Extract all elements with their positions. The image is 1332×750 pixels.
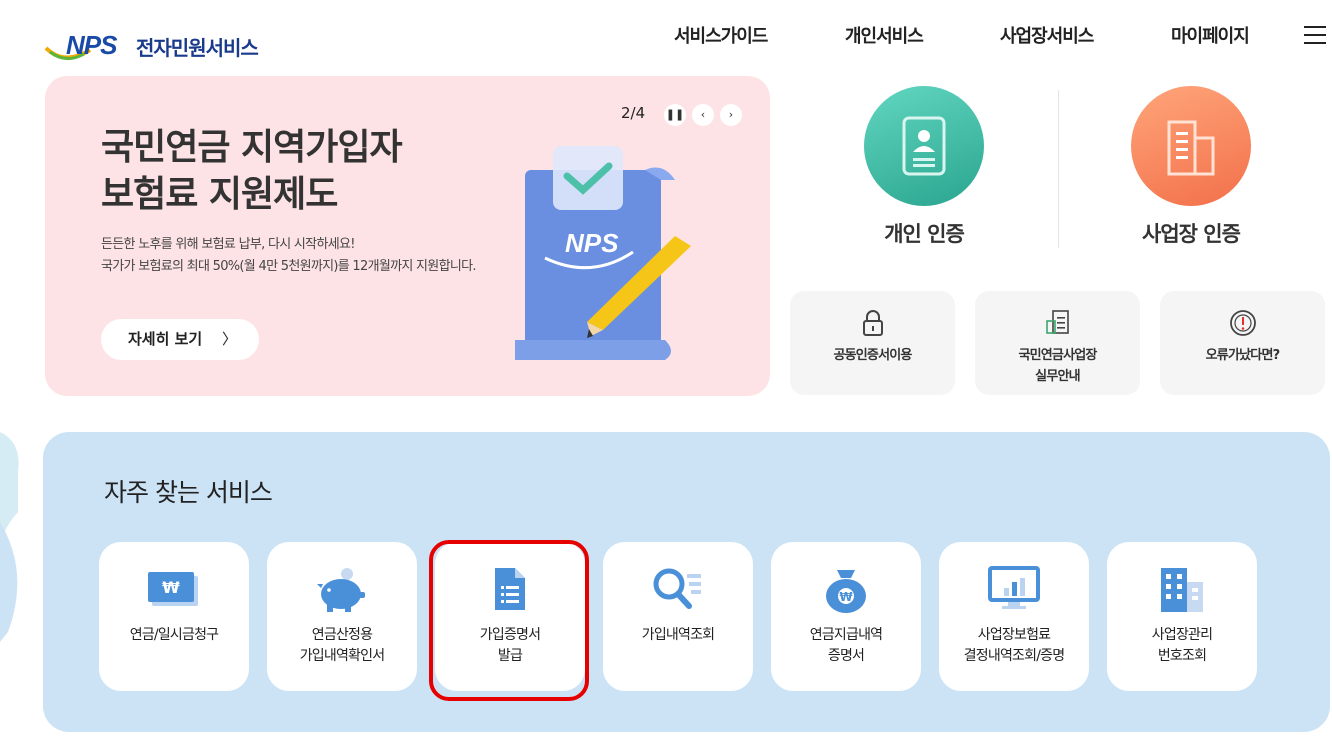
money-bag-icon: ₩	[771, 566, 921, 614]
promo-banner: 국민연금 지역가입자 보험료 지원제도 든든한 노후를 위해 보험료 납부, 다…	[45, 76, 770, 396]
quick-link-label: 실무안내	[1035, 369, 1080, 384]
logo-mark: NPS	[66, 30, 117, 60]
building-icon	[1131, 86, 1251, 206]
won-bill-icon: ₩	[99, 566, 249, 614]
banner-title-line1: 국민연금 지역가입자	[101, 127, 403, 168]
svg-text:₩: ₩	[162, 578, 180, 597]
banner-desc-line1: 든든한 노후를 위해 보험료 납부, 다시 시작하세요!	[101, 237, 355, 252]
service-label: 가입내역확인서	[299, 648, 385, 664]
nav-service-guide[interactable]: 서비스가이드	[674, 22, 768, 48]
business-auth-label: 사업장 인증	[1142, 222, 1241, 246]
personal-auth-label: 개인 인증	[884, 222, 965, 246]
service-label: 가입내역조회	[641, 627, 715, 643]
quick-link-label: 국민연금사업장	[1018, 348, 1097, 363]
header: NPS 전자민원서비스 서비스가이드 개인서비스 사업장서비스 마이페이지	[0, 0, 1332, 68]
detail-button-label: 자세히 보기	[128, 330, 203, 348]
alert-icon	[1160, 309, 1325, 337]
certificate-document-illustration: NPS	[515, 146, 691, 360]
service-business-number-inquiry[interactable]: 사업장관리 번호조회	[1107, 542, 1257, 691]
service-label: 번호조회	[1157, 648, 1207, 664]
service-label: 증명서	[827, 648, 865, 664]
piggy-bank-icon	[267, 566, 417, 614]
search-list-icon	[603, 566, 753, 614]
next-slide-icon[interactable]: ›	[720, 104, 742, 126]
frequent-services-title: 자주 찾는 서비스	[104, 478, 273, 507]
service-pension-history-certificate[interactable]: 연금산정용 가입내역확인서	[267, 542, 417, 691]
service-membership-history[interactable]: 가입내역조회	[603, 542, 753, 691]
personal-id-icon	[864, 86, 984, 206]
service-pension-claim[interactable]: ₩ 연금/일시금청구	[99, 542, 249, 691]
auth-divider	[1058, 90, 1059, 248]
service-label: 연금/일시금청구	[129, 627, 219, 643]
service-label: 가입증명서	[479, 627, 541, 643]
slide-indicator: 2/4	[621, 104, 646, 122]
logo-text: 전자민원서비스	[136, 36, 259, 60]
service-label: 연금지급내역	[809, 627, 883, 643]
monitor-chart-icon	[939, 566, 1089, 614]
quick-link-business-guide[interactable]: 국민연금사업장 실무안내	[975, 291, 1140, 395]
banner-desc-line2: 국가가 보험료의 최대 50%(월 4만 5천원까지)를 12개월까지 지원합니…	[101, 259, 476, 274]
service-label: 사업장보험료	[977, 627, 1051, 643]
personal-auth[interactable]: 개인 인증	[859, 86, 989, 248]
quick-link-label: 오류가났다면?	[1205, 348, 1281, 363]
nav-mypage[interactable]: 마이페이지	[1171, 22, 1250, 48]
nps-logo[interactable]: NPS 전자민원서비스	[44, 14, 284, 62]
service-pension-payment-certificate[interactable]: ₩ 연금지급내역 증명서	[771, 542, 921, 691]
service-label: 연금산정용	[311, 627, 373, 643]
business-auth[interactable]: 사업장 인증	[1126, 86, 1256, 248]
chevron-right-icon: 〉	[221, 330, 237, 348]
office-building-icon	[1107, 566, 1257, 614]
pause-icon[interactable]: ❚❚	[664, 104, 686, 126]
quick-link-certificate[interactable]: 공동인증서이용	[790, 291, 955, 395]
quick-link-label: 공동인증서이용	[833, 348, 912, 363]
service-label: 사업장관리	[1151, 627, 1213, 643]
document-building-icon	[975, 309, 1140, 337]
decorative-shape	[0, 432, 19, 642]
banner-description: 든든한 노후를 위해 보험료 납부, 다시 시작하세요! 국가가 보험료의 최대…	[101, 234, 571, 278]
service-label: 결정내역조회/증명	[963, 648, 1065, 664]
prev-slide-icon[interactable]: ‹	[692, 104, 714, 126]
nav-business-service[interactable]: 사업장서비스	[1000, 22, 1094, 48]
banner-title: 국민연금 지역가입자 보험료 지원제도	[101, 124, 521, 218]
detail-button[interactable]: 자세히 보기 〉	[101, 319, 259, 360]
document-list-icon	[435, 566, 585, 614]
svg-text:₩: ₩	[839, 590, 853, 604]
banner-title-line2: 보험료 지원제도	[101, 174, 338, 215]
lock-icon	[790, 309, 955, 337]
nav-personal-service[interactable]: 개인서비스	[845, 22, 924, 48]
service-label: 발급	[497, 648, 523, 664]
service-business-premium-inquiry[interactable]: 사업장보험료 결정내역조회/증명	[939, 542, 1089, 691]
svg-text:NPS: NPS	[565, 228, 619, 258]
quick-link-error-help[interactable]: 오류가났다면?	[1160, 291, 1325, 395]
menu-icon[interactable]	[1304, 26, 1326, 44]
service-membership-certificate[interactable]: 가입증명서 발급	[435, 542, 585, 691]
